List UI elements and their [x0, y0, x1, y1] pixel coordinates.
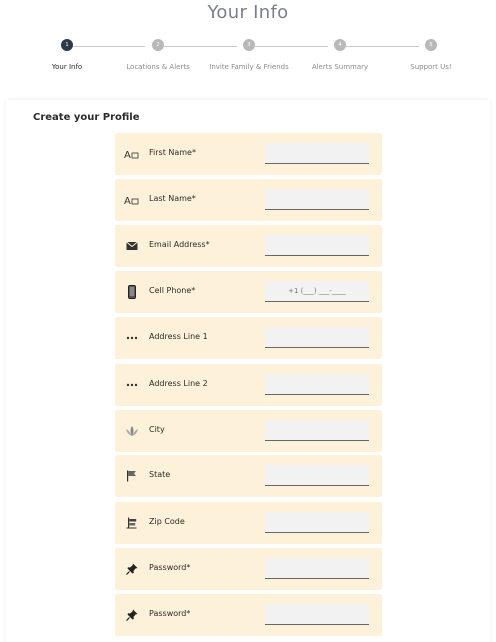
zip-code-input[interactable] — [265, 512, 369, 533]
last-name-row: A Last Name* — [115, 179, 382, 221]
envelope-icon — [123, 238, 141, 254]
step-1-label: Your Info — [51, 63, 83, 71]
phone-icon — [123, 284, 141, 300]
step-3-dot[interactable]: 3 — [243, 39, 255, 51]
last-name-label: Last Name* — [149, 194, 196, 203]
state-label: State — [149, 470, 171, 479]
step-connector — [73, 46, 145, 47]
address-line-1-label: Address Line 1 — [149, 332, 208, 341]
text-format-icon: A — [123, 146, 141, 162]
step-1-dot[interactable]: 1 — [61, 39, 73, 51]
progress-stepper: 1 2 3 4 5 Your Info Locations & Alerts I… — [0, 39, 496, 79]
text-format-icon: A — [123, 192, 141, 208]
cell-phone-row: Cell Phone* — [115, 271, 382, 313]
svg-text:A: A — [124, 196, 131, 206]
address-line-2-label: Address Line 2 — [149, 379, 208, 388]
state-input[interactable] — [265, 465, 369, 486]
signpost-icon — [123, 515, 141, 531]
cell-phone-input[interactable] — [265, 281, 369, 302]
form-title: Create your Profile — [33, 112, 140, 123]
last-name-input[interactable] — [265, 189, 369, 210]
zip-code-row: Zip Code — [115, 502, 382, 544]
password-input[interactable] — [265, 558, 369, 579]
confirm-password-row: Password* — [115, 594, 382, 636]
city-row: City — [115, 410, 382, 452]
step-2-label: Locations & Alerts — [126, 63, 190, 71]
step-connector — [346, 46, 419, 47]
page-title: Your Info — [207, 2, 289, 23]
first-name-row: A First Name* — [115, 133, 382, 175]
pin-icon — [123, 607, 141, 623]
address-line-2-input[interactable] — [265, 374, 369, 395]
dots-icon — [123, 377, 141, 393]
step-5-dot[interactable]: 5 — [425, 39, 437, 51]
first-name-label: First Name* — [149, 148, 196, 157]
dots-icon — [123, 330, 141, 346]
address-line-2-row: Address Line 2 — [115, 364, 382, 406]
step-connector — [164, 46, 237, 47]
flag-icon — [123, 468, 141, 484]
email-input[interactable] — [265, 235, 369, 256]
email-row: Email Address* — [115, 225, 382, 267]
password-row: Password* — [115, 548, 382, 590]
confirm-password-input[interactable] — [265, 604, 369, 625]
step-3-label: Invite Family & Friends — [209, 63, 289, 71]
pin-icon — [123, 561, 141, 577]
zip-code-label: Zip Code — [149, 517, 185, 526]
step-4-dot[interactable]: 4 — [334, 39, 346, 51]
address-line-1-input[interactable] — [265, 327, 369, 348]
address-line-1-row: Address Line 1 — [115, 317, 382, 359]
confirm-password-label: Password* — [149, 609, 191, 618]
city-label: City — [149, 425, 165, 434]
step-connector — [255, 46, 328, 47]
lotus-icon — [123, 423, 141, 439]
password-label: Password* — [149, 563, 191, 572]
state-row: State — [115, 455, 382, 497]
cell-phone-label: Cell Phone* — [149, 286, 196, 295]
email-label: Email Address* — [149, 240, 210, 249]
svg-text:A: A — [124, 150, 131, 160]
step-4-label: Alerts Summary — [311, 63, 369, 71]
city-input[interactable] — [265, 420, 369, 441]
step-5-label: Support Us! — [410, 63, 452, 71]
first-name-input[interactable] — [265, 143, 369, 164]
step-2-dot[interactable]: 2 — [152, 39, 164, 51]
